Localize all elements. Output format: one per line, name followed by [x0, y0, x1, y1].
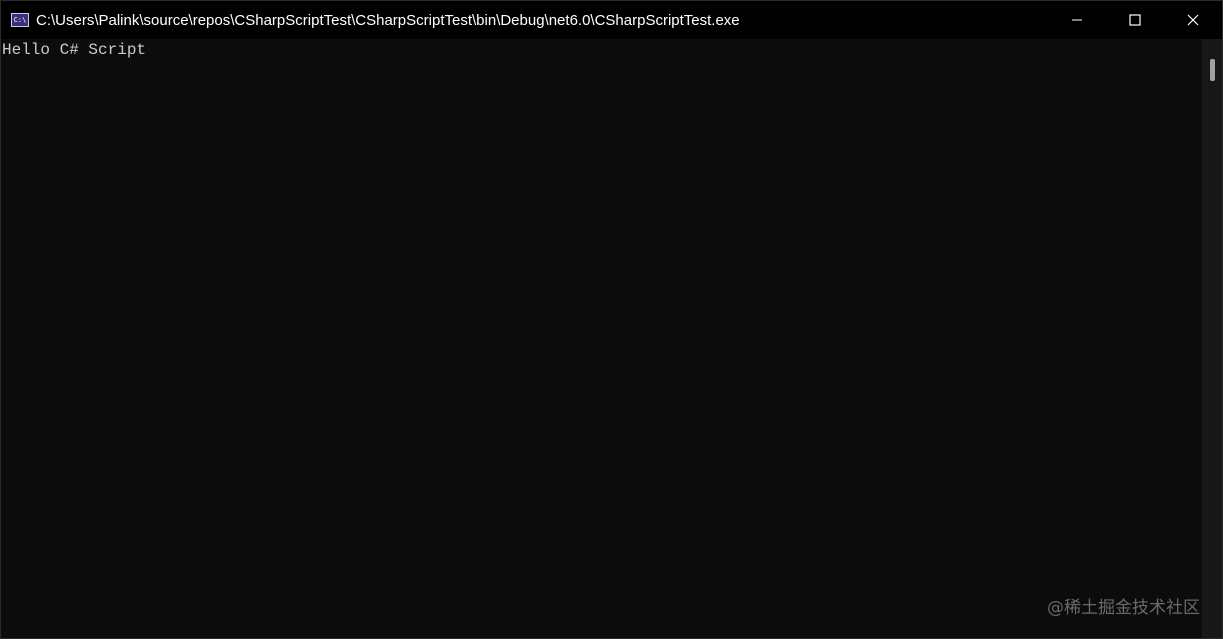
console-output-area[interactable]: Hello C# Script	[1, 39, 1201, 638]
close-icon	[1187, 14, 1199, 26]
vertical-scrollbar[interactable]	[1202, 39, 1222, 638]
minimize-icon	[1072, 19, 1082, 21]
console-output-line: Hello C# Script	[2, 41, 147, 59]
window-controls	[1048, 1, 1222, 39]
console-window: C:\ C:\Users\Palink\source\repos\CSharpS…	[0, 0, 1223, 639]
close-button[interactable]	[1164, 1, 1222, 39]
scrollbar-thumb[interactable]	[1210, 59, 1215, 81]
title-bar[interactable]: C:\ C:\Users\Palink\source\repos\CSharpS…	[1, 1, 1222, 39]
console-app-icon[interactable]: C:\	[11, 13, 29, 27]
maximize-icon	[1129, 14, 1141, 26]
watermark: @稀土掘金技术社区	[1047, 598, 1200, 618]
minimize-button[interactable]	[1048, 1, 1106, 39]
window-title: C:\Users\Palink\source\repos\CSharpScrip…	[36, 11, 740, 29]
maximize-button[interactable]	[1106, 1, 1164, 39]
